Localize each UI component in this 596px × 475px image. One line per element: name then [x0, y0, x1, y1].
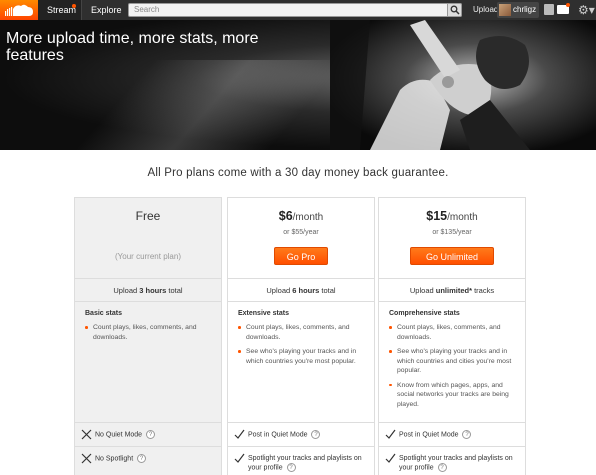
stats-item: Count plays, likes, comments, and downlo… — [85, 323, 215, 342]
stats-title: Basic stats — [85, 310, 122, 317]
stats-item: Count plays, likes, comments, and downlo… — [238, 323, 368, 342]
yearly-price: or $135/year — [432, 229, 472, 236]
tab-explore[interactable]: Explore — [82, 0, 126, 20]
spotlight-row: Spotlight your tracks and playlists on y… — [228, 446, 374, 475]
guarantee-text: All Pro plans come with a 30 day money b… — [147, 167, 449, 179]
price-amount: $6 — [278, 209, 293, 223]
quiet-mode-row: No Quiet Mode ? — [75, 422, 221, 446]
stats-item: See who's playing your tracks and in whi… — [389, 347, 519, 376]
cross-icon — [81, 429, 92, 440]
stats-list: Count plays, likes, comments, and downlo… — [389, 323, 519, 409]
plan-header: $6/month or $55/year Go Pro — [228, 198, 374, 276]
stats-item: Count plays, likes, comments, and downlo… — [389, 323, 519, 342]
upload-prefix: Upload — [113, 286, 140, 295]
spotlight-row: Spotlight your tracks and playlists on y… — [379, 446, 525, 475]
price-amount: $15 — [426, 209, 448, 223]
upload-prefix: Upload — [266, 286, 293, 295]
quiet-mode-text: Post in Quiet Mode — [399, 431, 459, 439]
quiet-mode-label: No Quiet Mode ? — [95, 430, 213, 439]
quiet-mode-row: Post in Quiet Mode ? — [228, 422, 374, 446]
help-icon[interactable]: ? — [146, 430, 156, 439]
hero-banner: More upload time, more stats, more featu… — [0, 20, 596, 150]
plan-price: $15/month — [379, 209, 525, 223]
help-icon[interactable]: ? — [311, 430, 321, 439]
current-plan-label: (Your current plan) — [115, 252, 181, 261]
spotlight-text: No Spotlight — [95, 455, 134, 463]
help-icon[interactable]: ? — [462, 430, 472, 439]
spotlight-label: No Spotlight ? — [95, 454, 213, 463]
upload-amount: 6 hours — [292, 286, 320, 295]
plan-free: Free (Your current plan) Upload 3 hours … — [74, 197, 222, 475]
username: chrligz — [513, 5, 537, 14]
checkmark-icon — [385, 453, 396, 463]
stats-section: Basic stats Count plays, likes, comments… — [85, 310, 215, 347]
checkmark-icon — [385, 429, 396, 439]
search-input[interactable]: Search — [128, 3, 462, 17]
quiet-mode-row: Post in Quiet Mode ? — [379, 422, 525, 446]
plan-price: $6/month — [228, 209, 374, 223]
help-icon[interactable]: ? — [137, 454, 147, 463]
plan-header: $15/month or $135/year Go Unlimited — [379, 198, 525, 276]
stats-item: See who's playing your tracks and in whi… — [238, 347, 368, 366]
spotlight-label: Spotlight your tracks and playlists on y… — [399, 454, 517, 472]
cloud-icon — [5, 4, 33, 16]
plan-header: Free (Your current plan) — [75, 198, 221, 276]
soundcloud-logo[interactable] — [0, 0, 38, 20]
price-period: /month — [292, 212, 324, 223]
upload-allowance: Upload 3 hours total — [75, 278, 221, 302]
plan-name: Free — [135, 209, 161, 223]
upload-suffix: tracks — [472, 286, 495, 295]
stats-section: Extensive stats Count plays, likes, comm… — [238, 310, 368, 371]
tab-stream[interactable]: Stream — [38, 0, 82, 20]
spotlight-label: Spotlight your tracks and playlists on y… — [248, 454, 366, 472]
quiet-mode-label: Post in Quiet Mode ? — [248, 430, 366, 439]
messages-icon[interactable] — [544, 4, 554, 15]
stats-list: Count plays, likes, comments, and downlo… — [238, 323, 368, 366]
stats-list: Count plays, likes, comments, and downlo… — [85, 323, 215, 342]
plan-unlimited: $15/month or $135/year Go Unlimited Uplo… — [378, 197, 526, 475]
upload-prefix: Upload — [409, 286, 436, 295]
spotlight-text: Spotlight your tracks and playlists on y… — [399, 455, 513, 472]
checkmark-icon — [234, 453, 245, 463]
upload-allowance: Upload unlimited* tracks — [379, 278, 525, 302]
help-icon[interactable]: ? — [286, 463, 296, 472]
stats-title: Extensive stats — [238, 310, 289, 317]
yearly-price: or $55/year — [283, 229, 319, 236]
checkmark-icon — [234, 429, 245, 439]
tab-explore-label: Explore — [91, 5, 122, 15]
hero-title: More upload time, more stats, more featu… — [6, 30, 259, 64]
price-period: /month — [447, 212, 478, 223]
stats-item: Know from which pages, apps, and social … — [389, 381, 519, 410]
quiet-mode-label: Post in Quiet Mode ? — [399, 430, 517, 439]
top-navigation-bar: Stream Explore Search Upload chrligz ⚙▾ — [0, 0, 596, 20]
go-unlimited-button[interactable]: Go Unlimited — [410, 247, 494, 265]
search-icon — [450, 5, 460, 15]
cross-icon — [81, 453, 92, 464]
user-menu[interactable]: chrligz — [497, 2, 539, 18]
spotlight-text: Spotlight your tracks and playlists on y… — [248, 455, 362, 472]
plan-pro: $6/month or $55/year Go Pro Upload 6 hou… — [227, 197, 375, 475]
search-button[interactable] — [447, 3, 462, 17]
stats-section: Comprehensive stats Count plays, likes, … — [389, 310, 519, 414]
upload-suffix: total — [166, 286, 183, 295]
upload-allowance: Upload 6 hours total — [228, 278, 374, 302]
quiet-mode-text: No Quiet Mode — [95, 431, 143, 439]
notification-badge — [566, 3, 570, 7]
stats-title: Comprehensive stats — [389, 310, 460, 317]
gear-icon[interactable]: ⚙▾ — [578, 3, 595, 17]
upload-suffix: total — [319, 286, 336, 295]
help-icon[interactable]: ? — [437, 463, 447, 472]
avatar — [499, 4, 511, 16]
quiet-mode-text: Post in Quiet Mode — [248, 431, 308, 439]
spotlight-row: No Spotlight ? — [75, 446, 221, 475]
notification-dot — [72, 4, 76, 8]
upload-amount: 3 hours — [139, 286, 167, 295]
upload-amount: unlimited* — [435, 286, 473, 295]
go-pro-button[interactable]: Go Pro — [274, 247, 328, 265]
performer-photo — [330, 20, 596, 150]
